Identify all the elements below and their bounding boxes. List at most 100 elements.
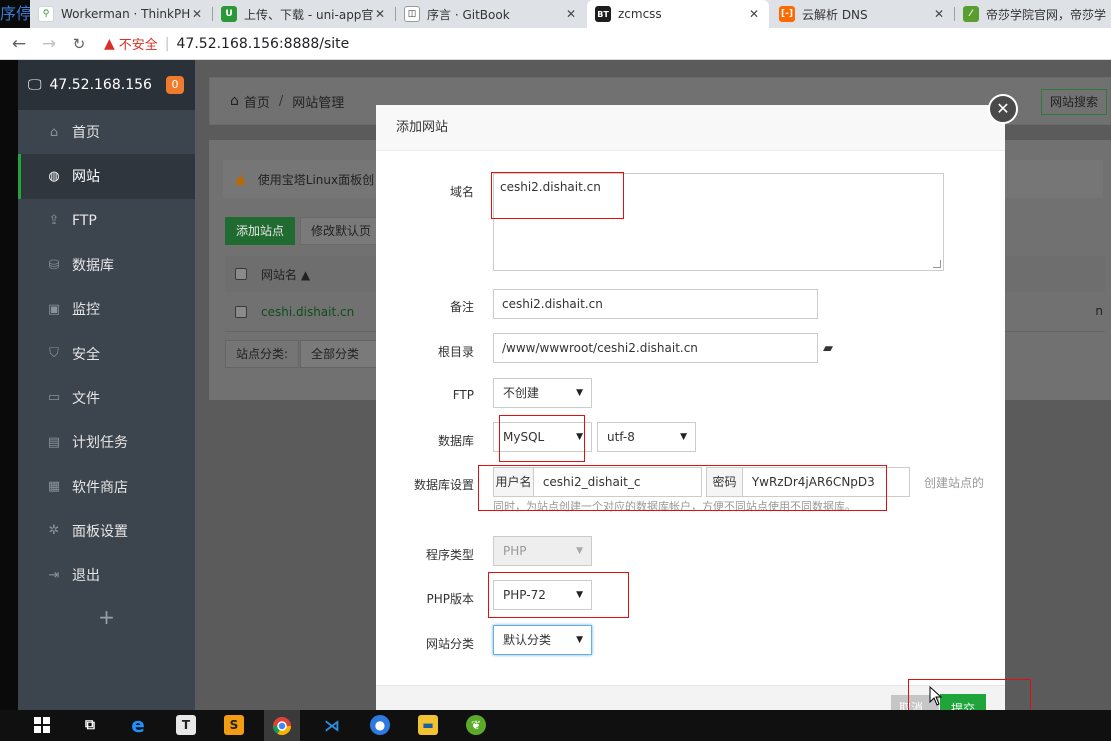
database-label: 数据库 <box>437 434 474 448</box>
ftp-icon: ⇪ <box>48 213 60 229</box>
charset-select[interactable]: utf-8 ▼ <box>597 422 696 452</box>
uniapp-icon: U <box>221 6 237 22</box>
column-site-name[interactable]: 网站名 ▲ <box>261 266 310 283</box>
chrome-icon-slot[interactable] <box>264 710 300 741</box>
url-divider: | <box>164 35 170 52</box>
tab-title: 云解析 DNS <box>802 7 868 22</box>
close-icon[interactable]: ✕ <box>190 7 204 21</box>
explorer-icon[interactable]: ▬ <box>418 715 438 735</box>
tab-uniapp[interactable]: U 上传、下载 - uni-app官网 ✕ <box>213 0 395 28</box>
sidebar-item-3[interactable]: ⛁ 数据库 <box>18 243 195 287</box>
sidebar-item-9[interactable]: ✲ 面板设置 <box>18 509 195 553</box>
remark-label: 备注 <box>449 300 474 314</box>
typora-icon[interactable]: T <box>176 715 196 735</box>
site-category-select[interactable]: 默认分类 ▼ <box>493 625 592 655</box>
sidebar-item-7[interactable]: ▤ 计划任务 <box>18 420 195 464</box>
monitor-icon: 🖵 <box>28 77 42 93</box>
ftp-select[interactable]: 不创建 ▼ <box>493 378 592 408</box>
sidebar-item-4[interactable]: ▣ 监控 <box>18 287 195 331</box>
domain-label: 域名 <box>449 185 474 199</box>
sublime-icon[interactable]: S <box>224 715 244 735</box>
db-side-hint: 创建站点的 <box>924 476 985 490</box>
vscode-icon[interactable]: ⋊ <box>322 715 342 735</box>
resize-handle[interactable] <box>933 260 941 268</box>
home-icon: ⌂ <box>49 124 59 140</box>
tab-aliyun-dns[interactable]: [-] 云解析 DNS ✕ <box>771 0 954 28</box>
sidebar-item-5[interactable]: ⛉ 安全 <box>18 331 195 375</box>
close-icon[interactable]: ✕ <box>988 94 1018 124</box>
program-type-value: PHP <box>503 544 527 558</box>
close-icon[interactable]: ✕ <box>564 7 578 21</box>
aliyun-icon: [-] <box>779 6 795 22</box>
server-ip: 47.52.168.156 <box>49 77 152 93</box>
db-settings-label: 数据库设置 <box>413 478 474 492</box>
annotation-box-php-version <box>488 572 629 618</box>
sidebar-item-6[interactable]: ▭ 文件 <box>18 376 195 420</box>
breadcrumb-separator: / <box>278 93 284 109</box>
server-header: 🖵 47.52.168.156 0 <box>18 60 195 110</box>
ie-icon[interactable]: e <box>128 713 148 737</box>
sidebar-item-0[interactable]: ⌂ 首页 <box>18 110 195 154</box>
sidebar-item-label: 数据库 <box>72 258 114 275</box>
add-site-dialog: 添加网站 域名 ceshi2.dishait.cn 备注 ceshi2.dish… <box>376 105 1005 715</box>
php-version-label: PHP版本 <box>426 592 475 606</box>
sidebar-item-label: 计划任务 <box>72 435 128 452</box>
windows-start-icon[interactable] <box>32 715 52 735</box>
breadcrumb-current: 网站管理 <box>292 95 345 111</box>
tab-title: zcmcss <box>618 7 662 21</box>
notification-badge[interactable]: 0 <box>165 76 184 94</box>
folder-icon: ▭ <box>47 390 61 406</box>
add-icon[interactable]: + <box>18 597 195 637</box>
sidebar-item-label: 监控 <box>72 302 100 319</box>
logout-icon: ⇥ <box>48 567 60 583</box>
site-name-link[interactable]: ceshi.dishait.cn <box>261 305 354 319</box>
sidebar-item-10[interactable]: ⇥ 退出 <box>18 553 195 597</box>
sidebar-item-2[interactable]: ⇪ FTP <box>18 199 195 243</box>
globe-icon: ◍ <box>48 168 60 184</box>
sidebar: 🖵 47.52.168.156 0 ⌂ 首页 ◍ 网站 ⇪ FTP ⛁ 数据库 ▣ 监控 ⛉ 安全 ▭ 文… <box>18 60 195 710</box>
warning-icon[interactable]: ▲ <box>104 36 115 52</box>
database-icon: ⛁ <box>48 257 60 273</box>
row-checkbox[interactable] <box>235 305 247 318</box>
sidebar-item-1[interactable]: ◍ 网站 <box>18 154 195 199</box>
close-icon[interactable]: ✕ <box>932 7 946 21</box>
sidebar-item-label: 文件 <box>72 390 100 407</box>
warning-icon: ▲ <box>235 171 246 187</box>
reload-icon[interactable]: ↻ <box>68 35 90 53</box>
select-all-checkbox[interactable] <box>235 268 247 280</box>
breadcrumb-home[interactable]: 首页 <box>244 92 270 111</box>
root-dir-input[interactable]: /www/wwwroot/ceshi2.dishait.cn <box>493 333 818 363</box>
program-type-select[interactable]: PHP ▼ <box>493 536 592 566</box>
sidebar-item-label: 安全 <box>72 346 100 363</box>
insecure-label[interactable]: 不安全 <box>119 34 158 53</box>
tab-disha[interactable]: ⁄ 帝莎学院官网，帝莎学 <box>955 0 1111 28</box>
tab-workerman[interactable]: ⚲ Workerman · ThinkPHP ✕ <box>30 0 212 28</box>
monitor-icon: ▣ <box>47 301 61 317</box>
tab-title: Workerman · ThinkPHP <box>61 7 190 21</box>
sidebar-item-label: 软件商店 <box>72 479 128 496</box>
sidebar-item-label: 退出 <box>72 568 100 585</box>
app-icon[interactable]: ❦ <box>466 715 486 735</box>
modify-default-page-button[interactable]: 修改默认页 <box>300 217 383 245</box>
camera-icon[interactable]: ● <box>370 715 390 735</box>
shield-icon: ⛉ <box>49 346 59 362</box>
disha-icon: ⁄ <box>963 6 979 22</box>
folder-open-icon[interactable]: ▰ <box>823 341 833 356</box>
workerman-icon: ⚲ <box>38 6 54 22</box>
screen-edge <box>0 60 18 710</box>
url-input[interactable]: 47.52.168.156:8888/site <box>177 36 350 52</box>
remark-input[interactable]: ceshi2.dishait.cn <box>493 289 818 319</box>
tab-zcmcss[interactable]: BT zcmcss ✕ <box>587 0 769 28</box>
sidebar-item-8[interactable]: ▦ 软件商店 <box>18 464 195 508</box>
close-icon[interactable]: ✕ <box>373 7 387 21</box>
add-site-button[interactable]: 添加站点 <box>225 217 296 245</box>
site-search-button[interactable]: 网站搜索 <box>1040 89 1107 115</box>
sidebar-item-label: 网站 <box>72 169 100 186</box>
back-icon[interactable]: ← <box>8 34 30 54</box>
close-icon[interactable]: ✕ <box>747 7 761 21</box>
forward-icon[interactable]: → <box>38 34 60 54</box>
task-view-icon[interactable]: ⧉ <box>80 715 100 735</box>
tab-gitbook[interactable]: ◫ 序言 · GitBook ✕ <box>396 0 586 28</box>
tab-title: 序言 · GitBook <box>427 7 510 22</box>
home-icon: ⌂ <box>230 93 239 109</box>
